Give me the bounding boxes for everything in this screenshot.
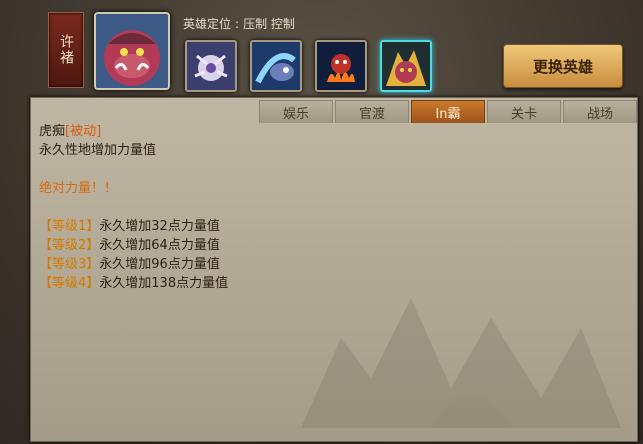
- tab-entertainment[interactable]: 娱乐: [259, 100, 333, 123]
- hero-portrait[interactable]: [94, 12, 170, 90]
- change-hero-button[interactable]: 更换英雄: [503, 44, 623, 88]
- level-row: 【等级1】永久增加32点力量值: [39, 217, 228, 236]
- level-row: 【等级4】永久增加138点力量值: [39, 274, 228, 293]
- skill-2-icon[interactable]: [250, 40, 302, 92]
- skill-flavor-text: 绝对力量！！: [39, 181, 118, 196]
- tab-stage[interactable]: 关卡: [487, 100, 561, 123]
- mode-tabs: 娱乐 官渡 In霸 关卡 战场: [259, 100, 637, 123]
- skill-title: 虎痴[被动]: [39, 122, 228, 141]
- battle-scene-watermark: [301, 298, 621, 428]
- level-tag: 【等级1】: [39, 219, 100, 234]
- tab-in-ba[interactable]: In霸: [411, 100, 485, 123]
- hero-role-line: 英雄定位: 压制 控制: [183, 17, 295, 31]
- skill-name: 虎痴: [39, 124, 66, 139]
- level-row: 【等级3】永久增加96点力量值: [39, 255, 228, 274]
- skill-level-list: 【等级1】永久增加32点力量值 【等级2】永久增加64点力量值 【等级3】永久增…: [39, 217, 228, 293]
- skill-description: 虎痴[被动] 永久性地增加力量值 绝对力量！！ 【等级1】永久增加32点力量值 …: [39, 122, 228, 293]
- level-desc: 永久增加138点力量值: [99, 276, 229, 291]
- level-row: 【等级2】永久增加64点力量值: [39, 236, 228, 255]
- role-label: 英雄定位: [183, 17, 232, 31]
- level-tag: 【等级4】: [39, 276, 100, 291]
- hero-portrait-image: [96, 14, 168, 88]
- skill-4-icon[interactable]: [380, 40, 432, 92]
- level-tag: 【等级2】: [39, 238, 100, 253]
- skill-1-icon[interactable]: [185, 40, 237, 92]
- hero-detail-screen: 许褚 英雄定位: 压制 控制 更换英雄 娱乐 官渡 In霸 关卡 战场 虎痴[被…: [0, 0, 643, 444]
- level-desc: 永久增加96点力量值: [99, 257, 220, 272]
- hero-name: 许褚: [58, 34, 74, 66]
- skill-type: [被动]: [65, 124, 102, 139]
- skill-detail-panel: 娱乐 官渡 In霸 关卡 战场 虎痴[被动] 永久性地增加力量值 绝对力量！！ …: [30, 97, 638, 442]
- hero-name-banner: 许褚: [48, 12, 84, 88]
- level-desc: 永久增加32点力量值: [99, 219, 220, 234]
- tab-guandu[interactable]: 官渡: [335, 100, 409, 123]
- skill-summary: 永久性地增加力量值: [39, 143, 157, 158]
- level-tag: 【等级3】: [39, 257, 100, 272]
- role-values: 压制 控制: [243, 17, 295, 31]
- level-desc: 永久增加64点力量值: [99, 238, 220, 253]
- tab-battlefield[interactable]: 战场: [563, 100, 637, 123]
- skill-3-icon[interactable]: [315, 40, 367, 92]
